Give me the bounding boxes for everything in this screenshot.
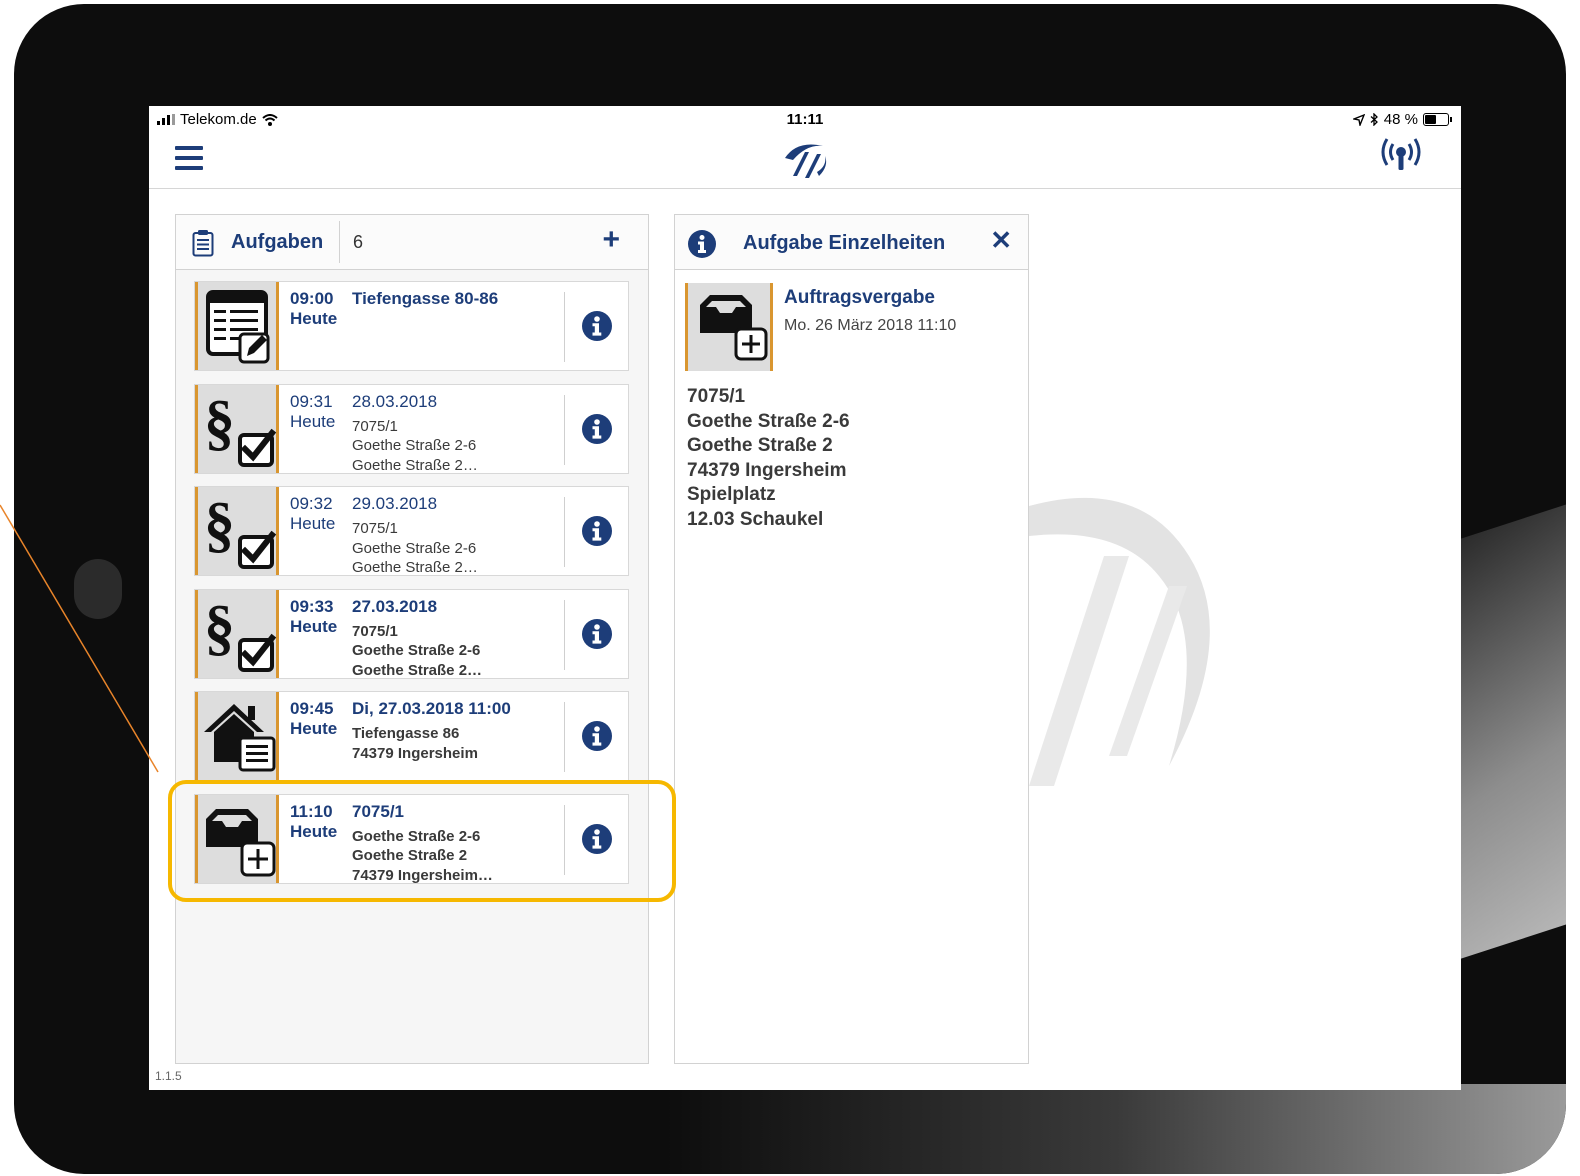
task-line: Goethe Straße 2… — [352, 456, 478, 474]
close-button[interactable]: ✕ — [990, 225, 1012, 256]
inbox-add-icon — [685, 283, 773, 371]
task-time-block: 09:32 Heute — [290, 494, 346, 534]
task-time: 09:31 — [290, 391, 333, 411]
task-line: 7075/1 — [352, 417, 398, 435]
house-list-icon — [195, 692, 279, 780]
app-logo-icon — [785, 144, 827, 178]
status-time: 11:11 — [786, 111, 824, 128]
task-time: 09:00 — [290, 289, 334, 308]
task-day: Heute — [290, 616, 338, 636]
task-divider — [564, 292, 565, 362]
task-line: Goethe Straße 2… — [352, 559, 478, 576]
nav-bar — [149, 132, 1461, 189]
task-line: Goethe Straße 2-6 — [352, 539, 477, 557]
details-title: Aufgabe Einzelheiten — [743, 232, 946, 254]
task-line: Tiefengasse 86 — [352, 725, 460, 742]
details-line: 7075/1 — [687, 386, 746, 407]
task-title: Di, 27.03.2018 11:00 — [352, 699, 511, 718]
details-address-block: 7075/1 Goethe Straße 2-6 Goethe Straße 2 74… — [687, 385, 850, 532]
task-details-panel: Aufgabe Einzelheiten ✕ Auftragsvergabe M… — [674, 214, 1029, 1064]
task-title: 27.03.2018 — [352, 596, 438, 616]
task-divider — [564, 497, 565, 567]
task-content: 29.03.2018 7075/1 Goethe Straße 2-6 Goethe… — [352, 494, 478, 578]
task-info-button[interactable] — [581, 413, 613, 445]
task-title: 29.03.2018 — [352, 494, 438, 513]
task-time: 09:32 — [290, 494, 333, 513]
task-line: Goethe Straße 2-6 — [352, 642, 481, 659]
status-bar: Telekom.de 11:11 48 % — [149, 106, 1461, 132]
task-time-block: 09:45 Heute — [290, 699, 346, 739]
header-divider — [339, 221, 340, 263]
task-time: 09:33 — [290, 596, 334, 616]
details-line: Spielplatz — [687, 484, 776, 505]
task-title: 28.03.2018 — [352, 391, 438, 411]
tasks-panel-header: Aufgaben 6 + — [176, 215, 648, 270]
frame-reflection — [1446, 504, 1566, 964]
task-content: Di, 27.03.2018 11:00 Tiefengasse 86 74379… — [352, 699, 511, 763]
details-line: 12.03 Schaukel — [687, 508, 824, 530]
task-item[interactable]: § 09:31 Heute 28.03.2018 7075/1 Goethe St… — [194, 383, 629, 476]
task-info-button[interactable] — [581, 720, 613, 752]
task-item[interactable]: 09:45 Heute Di, 27.03.2018 11:00 Tiefeng… — [194, 691, 629, 781]
task-title: Tiefengasse 80-86 — [352, 289, 499, 308]
task-line: 7075/1 — [352, 622, 398, 640]
tasks-count: 6 — [353, 232, 364, 252]
task-time: 09:45 — [290, 699, 334, 718]
paragraph-check-icon: § — [195, 487, 279, 575]
details-panel-header: Aufgabe Einzelheiten ✕ — [675, 215, 1028, 270]
form-edit-icon — [195, 282, 279, 370]
details-line: 74379 Ingersheim — [687, 459, 847, 481]
task-day: Heute — [290, 411, 336, 431]
frame-reflection-bottom — [666, 1084, 1566, 1174]
app-version: 1.1.5 — [155, 1069, 182, 1083]
svg-text:§: § — [204, 493, 235, 559]
details-line: Goethe Straße 2-6 — [687, 410, 850, 432]
add-task-button[interactable]: + — [602, 225, 620, 255]
task-item[interactable]: 09:00 Heute Tiefengasse 80-86 — [194, 281, 629, 371]
background-logo-watermark — [1029, 497, 1210, 786]
task-content: 28.03.2018 7075/1 Goethe Straße 2-6 Goethe… — [352, 392, 478, 476]
task-info-button[interactable] — [581, 618, 613, 650]
task-line: Goethe Straße 2-6 — [352, 437, 477, 454]
task-info-button[interactable] — [581, 515, 613, 547]
task-time-block: 09:31 Heute — [290, 392, 346, 432]
app-screen: Telekom.de 11:11 48 % Aufgaben 6 + 09:00… — [149, 106, 1461, 1090]
paragraph-check-icon: § — [195, 589, 279, 678]
task-time-block: 09:33 Heute — [290, 597, 346, 637]
tasks-title: Aufgaben — [231, 231, 324, 253]
task-line: Goethe Straße 2… — [352, 661, 483, 679]
task-item[interactable]: § 09:33 Heute 27.03.2018 7075/1 Goethe St… — [194, 588, 629, 681]
tasks-panel: Aufgaben 6 + 09:00 Heute Tiefengasse 80-… — [175, 214, 649, 1064]
menu-button[interactable] — [175, 146, 203, 170]
task-day: Heute — [290, 309, 338, 328]
clipboard-icon — [192, 230, 214, 257]
highlight-frame — [168, 780, 676, 902]
details-line: Goethe Straße 2 — [687, 435, 833, 456]
battery-percent: 48 % — [1383, 111, 1418, 128]
details-task-date: Mo. 26 März 2018 11:10 — [784, 317, 957, 334]
task-info-button[interactable] — [581, 310, 613, 342]
task-day: Heute — [290, 719, 338, 738]
status-right-group: 48 % — [1352, 111, 1452, 128]
task-content: Tiefengasse 80-86 — [352, 289, 498, 309]
info-icon — [688, 230, 716, 258]
task-content: 27.03.2018 7075/1 Goethe Straße 2-6 Goethe… — [352, 597, 482, 681]
battery-icon — [1423, 113, 1452, 126]
task-item[interactable]: § 09:32 Heute 29.03.2018 7075/1 Goethe St… — [194, 486, 629, 576]
location-arrow-icon — [1352, 113, 1365, 126]
connection-status-icon[interactable] — [1379, 136, 1423, 176]
task-time-block: 09:00 Heute — [290, 289, 346, 329]
task-day: Heute — [290, 514, 336, 533]
details-task-type: Auftragsvergabe — [784, 287, 935, 308]
paragraph-check-icon: § — [195, 384, 279, 473]
task-line: 74379 Ingersheim — [352, 744, 478, 762]
home-button — [74, 559, 122, 619]
svg-text:§: § — [204, 596, 235, 662]
task-divider — [564, 394, 565, 465]
task-divider — [564, 599, 565, 670]
bluetooth-icon — [1370, 113, 1378, 126]
task-divider — [564, 702, 565, 772]
task-line: 7075/1 — [352, 520, 398, 537]
svg-text:§: § — [204, 391, 235, 457]
